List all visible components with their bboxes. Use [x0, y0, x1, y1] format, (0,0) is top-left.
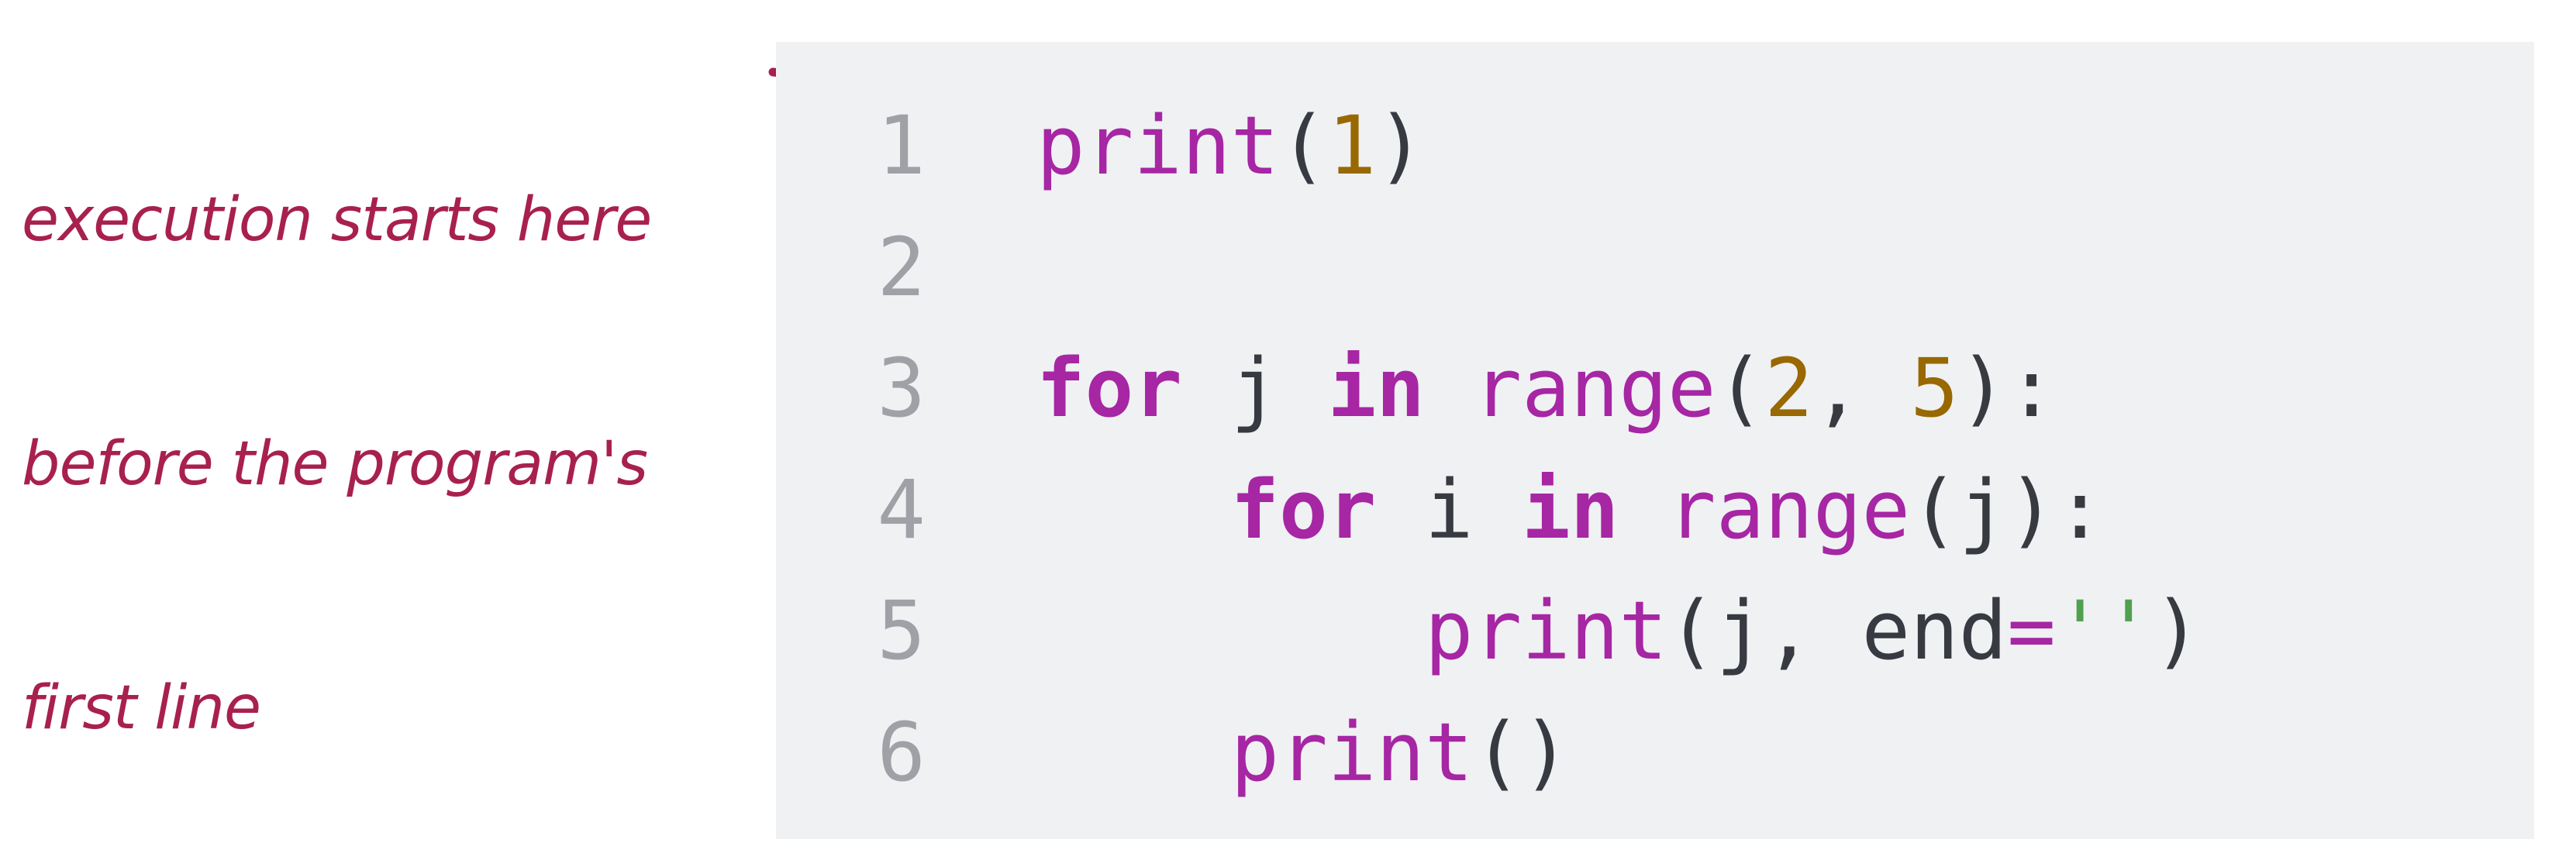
code-line-2: 2 [776, 207, 2534, 329]
token-kw: in [1522, 462, 1619, 557]
annotation-line-3: first line [22, 673, 261, 743]
annotation-line-2: before the program's [22, 429, 648, 499]
line-code: for j in range(2, 5): [1036, 328, 2056, 449]
token-fn: range [1473, 341, 1716, 436]
token-plain: ( [1716, 341, 1765, 436]
code-line-1: 1 print(1) [776, 85, 2534, 207]
line-code: for i in range(j): [1036, 449, 2105, 571]
code-line-3: 3 for j in range(2, 5): [776, 328, 2534, 449]
token-plain: j [1181, 341, 1328, 436]
token-op: = [2007, 583, 2056, 679]
line-number: 3 [877, 341, 926, 436]
line-code: print() [1036, 692, 1571, 814]
token-kw: for [1230, 462, 1377, 557]
token-plain: ) [1376, 98, 1425, 193]
token-num: 5 [1910, 341, 1959, 436]
token-plain: (j, end [1667, 583, 2008, 679]
token-plain: ) [2153, 583, 2202, 679]
line-code: print(j, end='') [1036, 570, 2202, 692]
token-plain: ): [1958, 341, 2056, 436]
code-block: 1 print(1) 2 3 for j in range(2, 5): 4 for i … [776, 42, 2534, 839]
line-number: 5 [877, 583, 926, 679]
token-plain: ( [1279, 98, 1328, 193]
token-str: '' [2055, 583, 2154, 679]
token-kw: for [1036, 341, 1182, 436]
token-fn: print [1230, 704, 1474, 800]
token-kw: in [1327, 341, 1425, 436]
annotation-text: execution starts here before the program… [22, 17, 652, 831]
line-code: print(1) [1036, 85, 1425, 207]
annotation-line-1: execution starts here [22, 185, 652, 255]
code-lines: 1 print(1) 2 3 for j in range(2, 5): 4 for i … [776, 85, 2534, 814]
line-number: 4 [877, 462, 926, 557]
line-number: 1 [877, 98, 926, 193]
code-line-6: 6 print() [776, 692, 2534, 814]
token-plain: i [1376, 462, 1522, 557]
token-fn: print [1424, 583, 1667, 679]
token-plain: (j): [1910, 462, 2105, 557]
token-plain: , [1812, 341, 1911, 436]
code-line-4: 4 for i in range(j): [776, 449, 2534, 571]
line-number: 6 [877, 704, 926, 800]
token-fn: range [1667, 462, 1911, 557]
token-plain: () [1473, 704, 1571, 800]
token-fn: print [1036, 98, 1280, 193]
token-num: 1 [1327, 98, 1377, 193]
token-num: 2 [1764, 341, 1813, 436]
line-number: 2 [877, 219, 926, 315]
code-line-5: 5 print(j, end='') [776, 570, 2534, 692]
